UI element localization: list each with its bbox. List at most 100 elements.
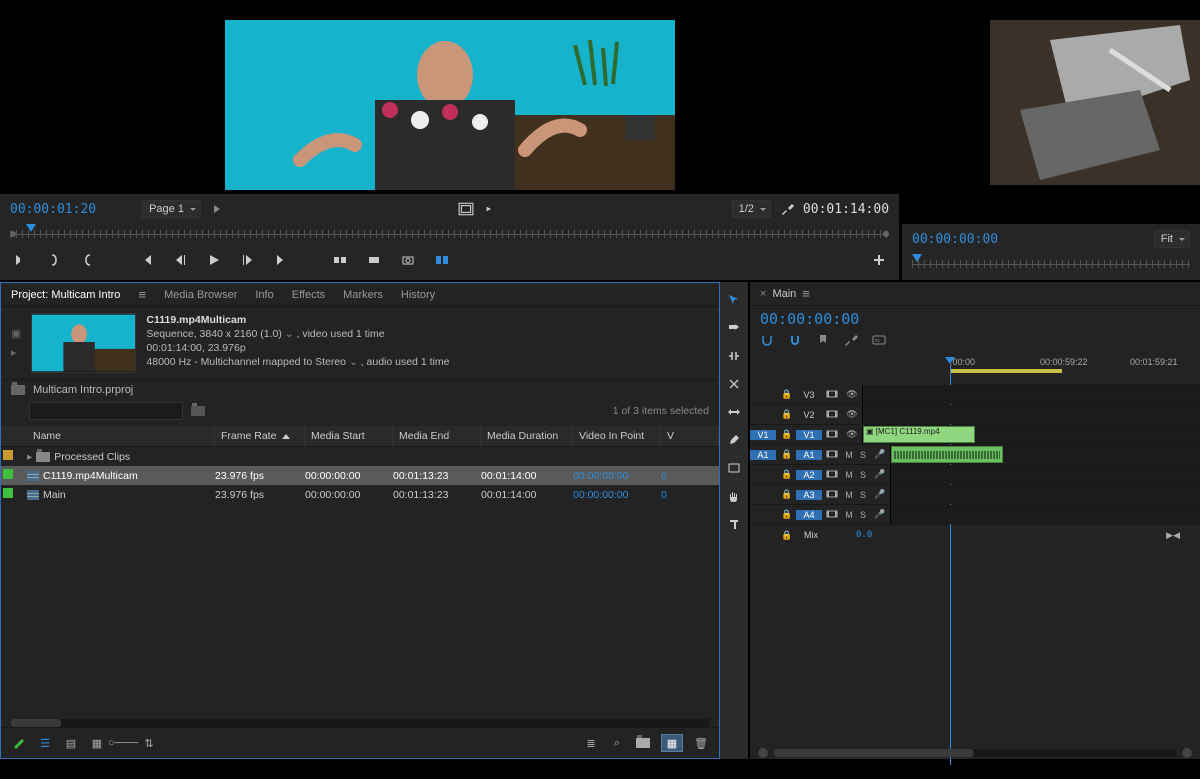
source-viewer[interactable] [0,20,899,194]
tab-info[interactable]: Info [255,289,273,301]
voice-over-icon[interactable]: 🎤 [870,469,890,480]
play-preview-icon[interactable]: ▸ [11,346,21,359]
mute-icon[interactable]: M [842,450,856,460]
mix-lock-icon[interactable]: 🔒 [778,530,796,541]
track-target[interactable]: A2 [796,470,822,480]
track-select-tool-icon[interactable] [726,320,742,336]
source-patch[interactable]: V1 [750,430,776,440]
new-item-icon[interactable]: ▦ [661,734,683,752]
go-to-in-icon[interactable] [136,252,156,268]
insert-icon[interactable] [482,201,498,217]
timeline-menu-icon[interactable]: ≡ [802,286,810,301]
list-view-icon[interactable]: ☰ [37,736,53,750]
button-editor-icon[interactable] [869,252,889,268]
timeline-audio-clip[interactable] [891,446,1003,463]
program-fit-dropdown[interactable]: Fit [1154,230,1190,248]
safe-margins-icon[interactable] [458,201,474,217]
new-bin-icon[interactable] [635,736,651,750]
step-back-icon[interactable] [170,252,190,268]
page-dropdown[interactable]: Page 1 [142,200,201,218]
trash-icon[interactable]: 🗑 [693,736,709,750]
search-input[interactable] [29,402,183,420]
resolution-dropdown[interactable]: 1/2 [732,200,771,218]
solo-icon[interactable]: S [856,470,870,480]
column-header[interactable]: Name Frame Rate Media Start Media End Me… [1,426,719,447]
lock-icon[interactable]: 🔒 [778,449,796,460]
settings-icon[interactable] [779,201,795,217]
solo-icon[interactable]: S [856,490,870,500]
timeline-h-scroll[interactable] [750,747,1200,759]
track-target[interactable]: A1 [796,450,822,460]
slip-tool-icon[interactable] [726,404,742,420]
source-timecode-in[interactable]: 00:00:01:20 [10,202,96,217]
track-target[interactable]: A3 [796,490,822,500]
track-target[interactable]: V3 [796,390,822,400]
overwrite-edit-icon[interactable] [364,252,384,268]
tab-effects[interactable]: Effects [292,289,325,301]
go-to-out-icon[interactable] [272,252,292,268]
sync-lock-icon[interactable] [822,449,842,461]
solo-icon[interactable]: S [856,450,870,460]
sync-lock-icon[interactable] [822,469,842,481]
ripple-edit-tool-icon[interactable] [726,348,742,364]
write-enable-icon[interactable] [11,736,27,750]
table-row[interactable]: C1119.mp4Multicam23.976 fps00:00:00:0000… [1,466,719,485]
mark-clip-icon[interactable] [78,252,98,268]
marker-add-icon[interactable] [816,334,830,349]
snap-icon[interactable] [760,334,774,349]
mark-out-icon[interactable] [44,252,64,268]
lock-icon[interactable]: 🔒 [778,489,796,500]
sync-lock-icon[interactable] [822,489,842,501]
play-icon[interactable] [204,252,224,268]
timeline-tab-name[interactable]: Main [772,288,796,300]
sync-lock-icon[interactable] [822,429,842,441]
tab-media-browser[interactable]: Media Browser [164,289,237,301]
timeline-ruler[interactable]: :00:00 00:00:59:22 00:01:59:21 [950,355,1200,385]
export-frame-icon[interactable] [398,252,418,268]
type-tool-icon[interactable] [726,516,742,532]
track-target[interactable]: A4 [796,510,822,520]
captions-icon[interactable]: cc [872,334,886,349]
hand-tool-icon[interactable] [726,488,742,504]
panel-menu-icon[interactable]: ≡ [138,287,146,302]
mute-icon[interactable]: M [842,510,856,520]
play-small-icon[interactable] [209,201,225,217]
step-fwd-icon[interactable] [238,252,258,268]
voice-over-icon[interactable]: 🎤 [870,509,890,520]
lock-icon[interactable]: 🔒 [778,389,796,400]
timeline-timecode[interactable]: 00:00:00:00 [760,310,859,328]
pen-tool-icon[interactable] [726,432,742,448]
tab-history[interactable]: History [401,289,435,301]
lock-icon[interactable]: 🔒 [778,429,796,440]
rectangle-tool-icon[interactable] [726,460,742,476]
sync-lock-icon[interactable] [822,389,842,401]
timeline-clip[interactable]: ▣ [MC1] C1119.mp4 [863,426,975,443]
freeform-view-icon[interactable]: ▦ [89,736,105,750]
voice-over-icon[interactable]: 🎤 [870,489,890,500]
track-target[interactable]: V1 [796,430,822,440]
program-scrubber[interactable] [912,254,1190,276]
insert-edit-icon[interactable] [330,252,350,268]
clip-thumbnail[interactable] [31,313,136,373]
lock-icon[interactable]: 🔒 [778,469,796,480]
comparison-view-icon[interactable] [432,252,452,268]
table-row[interactable]: ▸ Processed Clips [1,447,719,466]
sync-lock-icon[interactable] [822,409,842,421]
linked-selection-icon[interactable] [788,334,802,349]
mix-out-icon[interactable]: ▶◀ [1166,530,1180,541]
project-h-scroll[interactable] [11,719,709,727]
find-icon[interactable]: ⌕ [609,736,625,750]
solo-icon[interactable]: S [856,510,870,520]
sync-lock-icon[interactable] [822,509,842,521]
lock-icon[interactable]: 🔒 [778,409,796,420]
source-scrubber[interactable] [10,224,889,246]
toggle-output-icon[interactable]: 👁 [842,409,862,420]
timeline-settings-icon[interactable] [844,334,858,349]
toggle-output-icon[interactable]: 👁 [842,429,862,440]
voice-over-icon[interactable]: 🎤 [870,449,890,460]
source-timecode-out[interactable]: 00:01:14:00 [803,202,889,217]
selection-tool-icon[interactable] [726,292,742,308]
track-target[interactable]: V2 [796,410,822,420]
lock-icon[interactable]: 🔒 [778,509,796,520]
source-patch[interactable]: A1 [750,450,776,460]
